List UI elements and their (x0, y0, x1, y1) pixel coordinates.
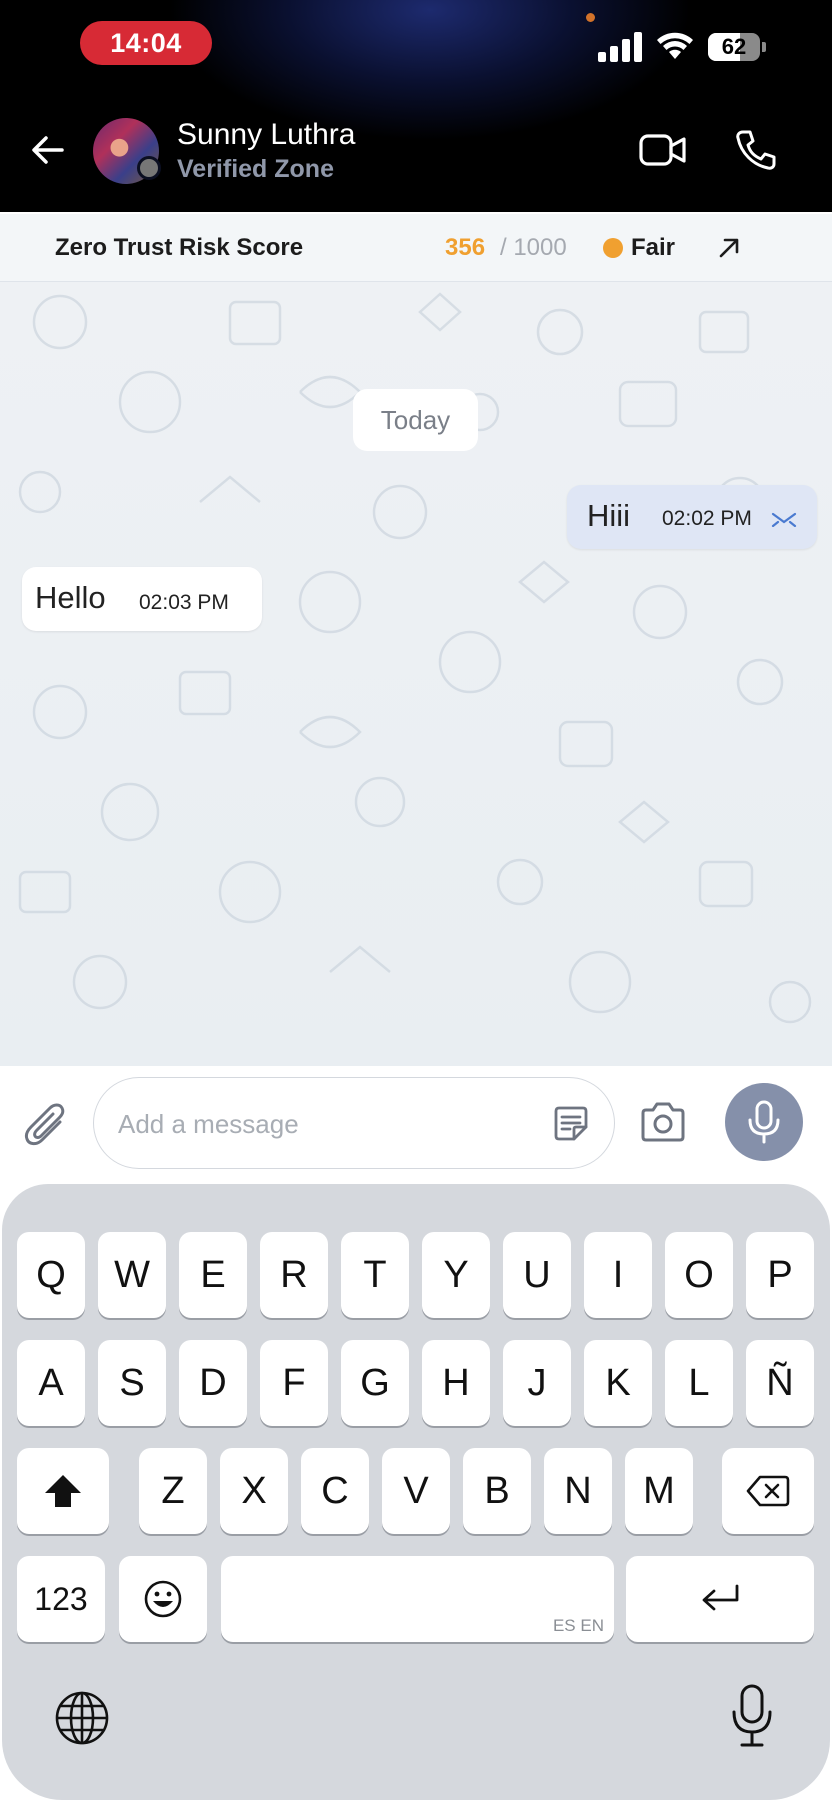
message-timestamp: 02:03 PM (139, 591, 229, 614)
contact-avatar[interactable] (93, 118, 161, 184)
composer-bar (0, 1066, 832, 1184)
open-external-arrow-icon[interactable] (716, 235, 742, 261)
key-q[interactable]: Q (17, 1232, 85, 1318)
key-p[interactable]: P (746, 1232, 814, 1318)
voice-record-button[interactable] (725, 1083, 803, 1161)
attachment-paperclip-icon[interactable] (22, 1100, 70, 1152)
contact-verification-status: Verified Zone (177, 155, 334, 183)
message-bubble-outgoing[interactable]: Hiii 02:02 PM (567, 485, 817, 549)
risk-score-bar[interactable]: Zero Trust Risk Score 356 / 1000 Fair (0, 212, 832, 282)
key-t[interactable]: T (341, 1232, 409, 1318)
battery-icon: 62 (708, 33, 768, 61)
key-d[interactable]: D (179, 1340, 247, 1426)
key-o[interactable]: O (665, 1232, 733, 1318)
key-n-tilde[interactable]: Ñ (746, 1340, 814, 1426)
key-r[interactable]: R (260, 1232, 328, 1318)
message-timestamp: 02:02 PM (662, 507, 752, 530)
key-c[interactable]: C (301, 1448, 369, 1534)
key-k[interactable]: K (584, 1340, 652, 1426)
key-u[interactable]: U (503, 1232, 571, 1318)
return-arrow-icon (702, 1584, 739, 1611)
message-text: Hello (35, 580, 106, 615)
camera-icon[interactable] (638, 1101, 688, 1145)
risk-score-max: / 1000 (500, 233, 567, 261)
key-e[interactable]: E (179, 1232, 247, 1318)
message-bubble-incoming[interactable]: Hello 02:03 PM (22, 567, 262, 631)
video-call-icon[interactable] (638, 130, 688, 170)
key-m[interactable]: M (625, 1448, 693, 1534)
chat-header: 14:04 62 Sunny Luthra Verified Zone (0, 0, 832, 212)
return-key[interactable] (626, 1556, 814, 1642)
globe-language-switch-icon[interactable] (54, 1690, 110, 1746)
status-time: 14:04 (80, 21, 212, 65)
key-s[interactable]: S (98, 1340, 166, 1426)
key-y[interactable]: Y (422, 1232, 490, 1318)
key-w[interactable]: W (98, 1232, 166, 1318)
key-j[interactable]: J (503, 1340, 571, 1426)
backspace-key[interactable] (722, 1448, 814, 1534)
message-text: Hiii (587, 498, 631, 533)
microphone-icon (748, 1100, 780, 1144)
key-l[interactable]: L (665, 1340, 733, 1426)
risk-score-value: 356 (445, 233, 486, 261)
presence-status-dot (137, 156, 161, 180)
key-b[interactable]: B (463, 1448, 531, 1534)
risk-status-dot (603, 237, 623, 258)
message-input[interactable] (116, 1102, 540, 1146)
key-n[interactable]: N (544, 1448, 612, 1534)
numbers-key[interactable]: 123 (17, 1556, 105, 1642)
wifi-icon (657, 32, 693, 59)
shift-key[interactable] (17, 1448, 109, 1534)
backspace-icon (746, 1475, 790, 1507)
delivery-status-icon (771, 512, 797, 527)
cellular-signal-icon (598, 30, 644, 62)
key-i[interactable]: I (584, 1232, 652, 1318)
emoji-key[interactable] (119, 1556, 207, 1642)
note-template-icon[interactable] (552, 1105, 590, 1143)
phone-call-icon[interactable] (734, 128, 778, 172)
keyboard-panel: Q W E R T Y U I O P A S D F G H J K L Ñ … (2, 1184, 830, 1800)
key-g[interactable]: G (341, 1340, 409, 1426)
shift-arrow-icon (45, 1475, 81, 1507)
key-f[interactable]: F (260, 1340, 328, 1426)
contact-name[interactable]: Sunny Luthra (177, 118, 355, 152)
back-arrow-icon[interactable] (28, 130, 68, 170)
privacy-indicator-dot (586, 13, 595, 22)
emoji-smiley-icon (144, 1580, 182, 1618)
key-z[interactable]: Z (139, 1448, 207, 1534)
key-a[interactable]: A (17, 1340, 85, 1426)
key-x[interactable]: X (220, 1448, 288, 1534)
space-key[interactable]: ES EN (221, 1556, 614, 1642)
key-h[interactable]: H (422, 1340, 490, 1426)
message-list[interactable]: Today Hiii 02:02 PM Hello 02:03 PM (0, 282, 832, 1066)
key-v[interactable]: V (382, 1448, 450, 1534)
on-screen-keyboard: Q W E R T Y U I O P A S D F G H J K L Ñ … (0, 1184, 832, 1800)
date-separator: Today (353, 389, 478, 451)
message-input-container[interactable] (93, 1077, 615, 1169)
dictation-microphone-icon[interactable] (730, 1684, 774, 1748)
risk-score-label: Zero Trust Risk Score (55, 233, 304, 261)
keyboard-language-indicator: ES EN (552, 1616, 604, 1635)
risk-status-label: Fair (631, 233, 676, 261)
battery-percentage: 62 (721, 34, 747, 59)
